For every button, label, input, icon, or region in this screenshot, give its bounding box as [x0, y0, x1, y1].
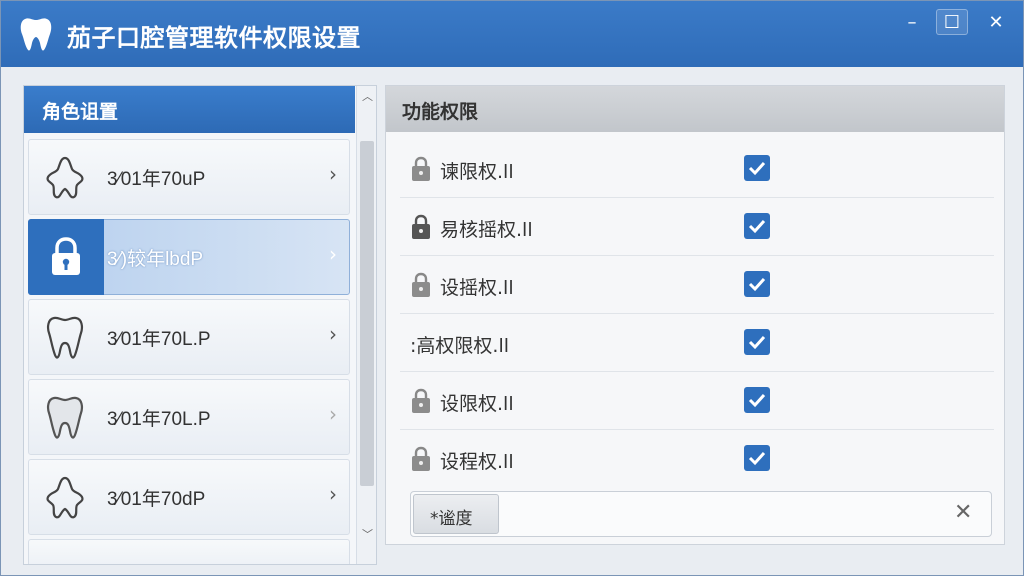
- permission-checkbox[interactable]: [744, 213, 770, 239]
- permission-label: 设限权.ll: [440, 393, 514, 415]
- role-label: 3⁄)较年lbdP: [107, 249, 204, 270]
- lock-icon: [412, 214, 430, 239]
- minimize-button[interactable]: –: [896, 9, 928, 35]
- close-button[interactable]: ✕: [980, 9, 1012, 35]
- role-label: 3⁄01年70L.P: [107, 409, 211, 430]
- permission-label: 设摇权.ll: [440, 277, 514, 299]
- permission-row: 设限权.ll: [400, 372, 994, 430]
- role-label: 3⁄01年70L.P: [107, 329, 211, 350]
- permission-checkbox[interactable]: [744, 445, 770, 471]
- filter-button[interactable]: *谧度: [413, 494, 499, 534]
- check-icon: [748, 451, 766, 466]
- permission-label: 易核摇权.ll: [440, 219, 533, 241]
- permission-label: 谏限权.ll: [440, 161, 514, 183]
- lock-icon: [412, 388, 430, 413]
- permission-checkbox[interactable]: [744, 329, 770, 355]
- permission-row: :高权限权.ll: [400, 314, 994, 372]
- lock-icon: [412, 156, 430, 181]
- permission-panel-header: 功能权限: [386, 86, 1004, 132]
- window-title: 茄子口腔管理软件权限设置: [67, 24, 361, 52]
- role-item[interactable]: 3⁄01年70L.P ›: [28, 379, 350, 455]
- app-window: 茄子口腔管理软件权限设置 – ☐ ✕ 角色诅置 3⁄01年70uP › 3⁄)较…: [0, 0, 1024, 576]
- scroll-up-icon[interactable]: ︿: [360, 88, 375, 103]
- permission-row: 设摇权.ll: [400, 256, 994, 314]
- lock-icon: [412, 446, 430, 471]
- permission-label: 设程权.ll: [440, 451, 514, 473]
- check-icon: [748, 219, 766, 234]
- role-item[interactable]: 3⁄01年70L.P ›: [28, 299, 350, 375]
- permission-label: :高权限权.ll: [410, 335, 509, 357]
- role-item[interactable]: 3⁄01年70uP ›: [28, 139, 350, 215]
- chevron-right-icon: ›: [329, 162, 337, 186]
- role-panel: 角色诅置 3⁄01年70uP › 3⁄)较年lbdP › 3⁄01年70L.P: [23, 85, 377, 565]
- role-item-partial[interactable]: [28, 539, 350, 564]
- tooth-root-icon: [46, 156, 84, 199]
- permission-checkbox[interactable]: [744, 271, 770, 297]
- scroll-down-icon[interactable]: ﹀: [360, 526, 375, 541]
- check-icon: [748, 393, 766, 408]
- check-icon: [748, 277, 766, 292]
- role-label: 3⁄01年70dP: [107, 489, 206, 510]
- lock-icon: [52, 237, 80, 275]
- permission-checkbox[interactable]: [744, 155, 770, 181]
- chevron-right-icon: ›: [329, 322, 337, 346]
- clear-icon[interactable]: ✕: [954, 500, 972, 525]
- role-item-selected[interactable]: 3⁄)较年lbdP ›: [28, 219, 350, 295]
- maximize-button[interactable]: ☐: [936, 9, 968, 35]
- chevron-right-icon: ›: [329, 242, 337, 266]
- tooth-logo-icon: [20, 18, 52, 51]
- title-bar: 茄子口腔管理软件权限设置 – ☐ ✕: [1, 1, 1023, 67]
- chevron-right-icon: ›: [329, 402, 337, 426]
- filter-input[interactable]: [505, 496, 935, 532]
- tooth-root-icon: [46, 476, 84, 519]
- permission-panel: 功能权限 谏限权.ll 易核摇权.ll 设摇权.ll :高权限权.ll 设限权.…: [385, 85, 1005, 545]
- permission-row: 设程权.ll: [400, 430, 994, 488]
- filter-bar: *谧度 ✕: [410, 491, 992, 537]
- check-icon: [748, 335, 766, 350]
- scroll-thumb[interactable]: [360, 141, 374, 486]
- permission-row: 易核摇权.ll: [400, 198, 994, 256]
- permission-checkbox[interactable]: [744, 387, 770, 413]
- role-list-scrollbar[interactable]: ︿ ﹀: [356, 86, 376, 564]
- role-label: 3⁄01年70uP: [107, 169, 206, 190]
- permission-row: 谏限权.ll: [400, 140, 994, 198]
- lock-icon: [412, 272, 430, 297]
- check-icon: [748, 161, 766, 176]
- role-panel-header: 角色诅置: [24, 86, 355, 133]
- tooth-icon: [46, 396, 84, 439]
- chevron-right-icon: ›: [329, 482, 337, 506]
- role-item[interactable]: 3⁄01年70dP ›: [28, 459, 350, 535]
- tooth-icon: [46, 316, 84, 359]
